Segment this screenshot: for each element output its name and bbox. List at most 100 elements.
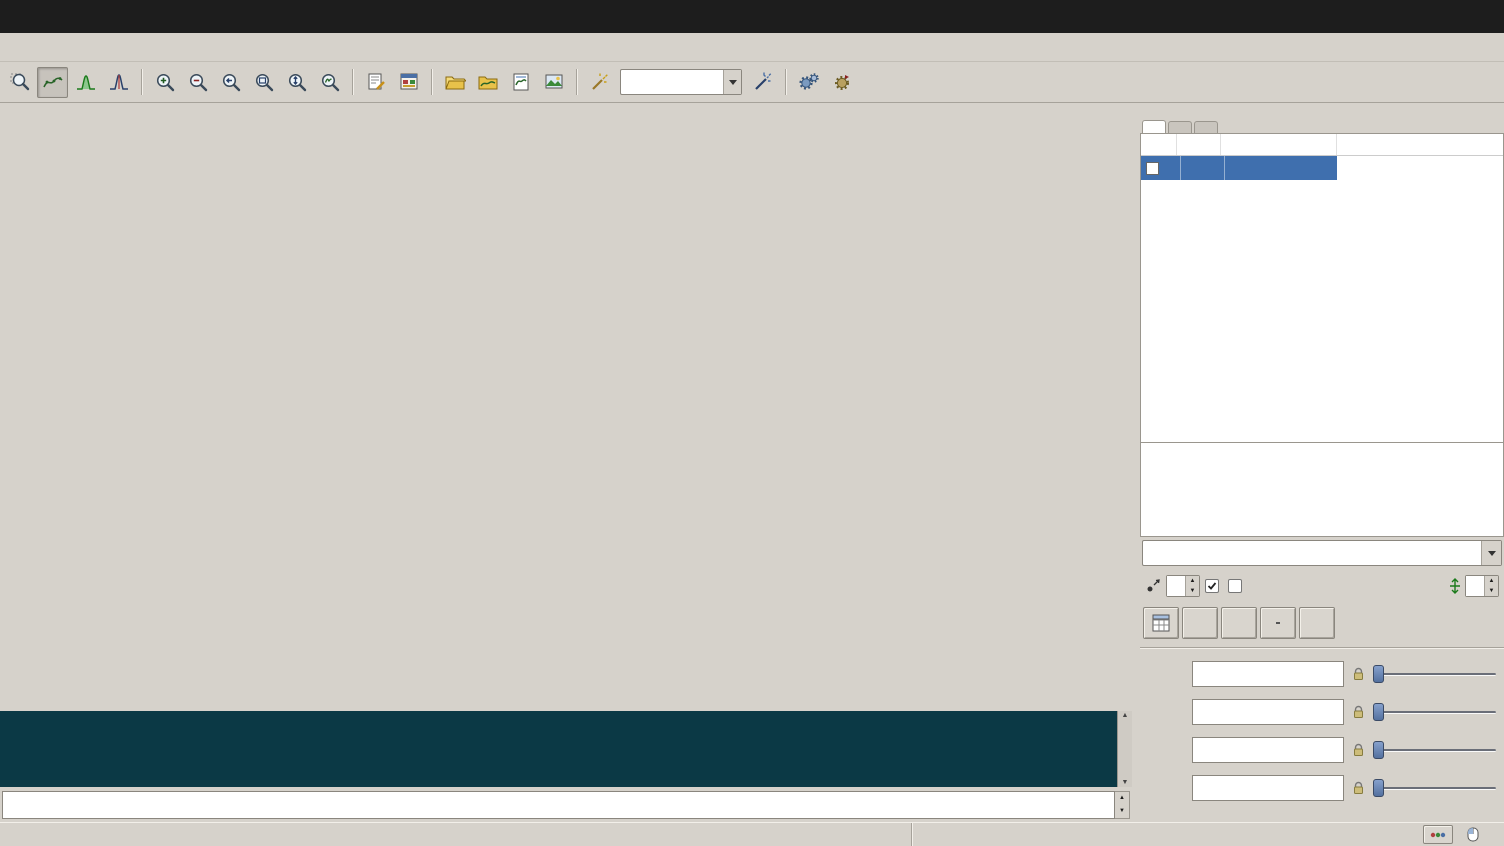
dataset-f-count [1181,156,1225,180]
area-slider[interactable] [1373,664,1500,684]
name-button[interactable] [1260,607,1296,639]
slider-track [1375,711,1496,714]
shape-slider[interactable] [1373,778,1500,798]
save-session-button[interactable] [505,67,536,98]
tab-variables[interactable] [1194,121,1218,133]
command-history-spinner[interactable]: ▲▼ [1115,791,1130,819]
delete-button[interactable] [1299,607,1335,639]
slider-thumb[interactable] [1373,665,1384,683]
spin-up-icon[interactable]: ▲ [1115,792,1129,805]
param-row-center [1144,694,1500,730]
spin-down-icon[interactable]: ▼ [1186,586,1199,596]
plot-splitter[interactable] [0,581,1132,589]
sigma-checkbox[interactable] [1228,579,1242,593]
console-splitter[interactable] [0,703,1132,711]
dataset-grid-button[interactable] [1143,607,1179,639]
zoom-in-button[interactable] [149,67,180,98]
open-data-button[interactable] [472,67,503,98]
mouse-button-icon [1467,827,1479,842]
spin-up-icon[interactable]: ▲ [1186,576,1199,586]
point-size-input[interactable] [1167,576,1185,596]
column-header-name[interactable] [1221,134,1337,155]
peak-type-dropdown-button[interactable] [723,70,741,94]
zoom-out-button[interactable] [182,67,213,98]
slider-thumb[interactable] [1373,741,1384,759]
select-zoom-button[interactable] [4,67,35,98]
zoom-fit-button[interactable] [314,67,345,98]
clear-button[interactable] [584,67,615,98]
dataset-checkbox[interactable] [1146,162,1159,175]
export-image-button[interactable] [538,67,569,98]
sigma-toggle[interactable] [1228,579,1246,593]
area-input[interactable] [1192,661,1344,687]
sum-button[interactable] [1182,607,1218,639]
add-peak-mode-button[interactable] [70,67,101,98]
dataset-table [1140,133,1504,443]
close-button[interactable] [1464,0,1504,33]
hwhm-slider[interactable] [1373,740,1500,760]
center-slider[interactable] [1373,702,1500,722]
add-guess-mode-button[interactable] [103,67,134,98]
slider-thumb[interactable] [1373,703,1384,721]
tab-functions[interactable] [1168,121,1192,133]
menu-gui[interactable] [102,42,122,52]
slider-track [1375,673,1496,676]
slider-thumb[interactable] [1373,779,1384,797]
open-session-button[interactable] [439,67,470,98]
spin-down-icon[interactable]: ▼ [1485,586,1498,596]
menu-data[interactable] [22,42,42,52]
center-lock-button[interactable] [1350,705,1367,719]
range-mode-button[interactable] [37,67,68,98]
zoom-vertical-icon [286,71,308,93]
peak-type-select[interactable] [620,69,742,95]
lock-icon [1352,667,1365,681]
edit-script-button[interactable] [360,67,391,98]
sidebar-splitter[interactable] [1132,103,1140,822]
column-header-no[interactable] [1141,134,1177,155]
open-session-icon [444,71,466,93]
undo-fit-button[interactable] [826,67,857,98]
auto-add-button[interactable] [747,67,778,98]
scroll-up-icon[interactable]: ▲ [1122,712,1129,719]
dataset-row[interactable] [1141,156,1337,180]
area-lock-button[interactable] [1350,667,1367,681]
spin-up-icon[interactable]: ▲ [1485,576,1498,586]
point-size-spinner[interactable]: ▲▼ [1166,575,1200,597]
main-plot-canvas[interactable] [0,103,1132,581]
line-toggle[interactable] [1205,579,1223,593]
tab-data[interactable] [1142,120,1166,133]
line-checkbox[interactable] [1205,579,1219,593]
zoom-prev-icon [220,71,242,93]
spin-down-icon[interactable]: ▼ [1115,805,1129,818]
command-input[interactable] [2,791,1115,819]
aux-plot-canvas[interactable] [0,589,1132,703]
gui-dialog-button[interactable] [393,67,424,98]
plot-column: ▲▼ ▲▼ [0,103,1132,822]
menu-session[interactable] [2,42,22,52]
menu-functions[interactable] [42,42,62,52]
gui-dialog-icon [398,71,420,93]
shape-input[interactable] [1192,775,1344,801]
zoom-vertical-button[interactable] [281,67,312,98]
zoom-all-button[interactable] [248,67,279,98]
scroll-down-icon[interactable]: ▼ [1122,779,1129,786]
menu-tools[interactable] [82,42,102,52]
zoom-prev-button[interactable] [215,67,246,98]
console-scrollbar[interactable]: ▲▼ [1117,711,1132,787]
hwhm-lock-button[interactable] [1350,743,1367,757]
name-label [1276,622,1280,624]
filter-dropdown-button[interactable] [1481,541,1501,565]
column-header-f[interactable] [1177,134,1221,155]
shape-lock-button[interactable] [1350,781,1367,795]
hwhm-input[interactable] [1192,737,1344,763]
mouse-config-button[interactable] [1423,825,1453,844]
center-input[interactable] [1192,699,1344,725]
filter-dropdown[interactable] [1142,540,1502,566]
run-fit-button[interactable] [793,67,824,98]
menu-help[interactable] [122,42,142,52]
formula-button[interactable] [1221,607,1257,639]
y-shift-input[interactable] [1466,576,1484,596]
menu-fit[interactable] [62,42,82,52]
grid-icon [1152,614,1170,632]
y-shift-spinner[interactable]: ▲▼ [1465,575,1499,597]
